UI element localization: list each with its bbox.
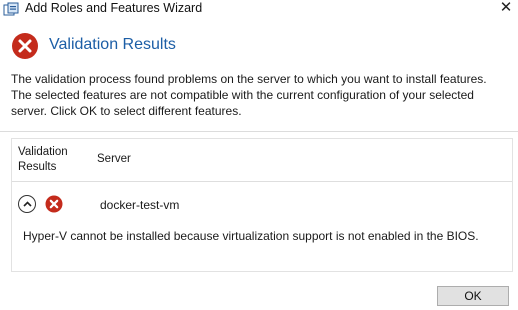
message-line: server. Click OK to select different fea…	[11, 104, 242, 118]
column-header-label: Results	[18, 161, 57, 173]
page-title: Validation Results	[49, 36, 176, 53]
close-button[interactable]: ✕	[498, 0, 514, 16]
message-line: The selected features are not compatible…	[11, 88, 474, 102]
collapse-button[interactable]	[18, 195, 36, 213]
table-header: Validation Results Server	[12, 139, 512, 182]
table-row[interactable]: docker-test-vm Hyper-V cannot be install…	[12, 187, 512, 257]
validation-message: The validation process found problems on…	[11, 71, 501, 119]
server-manager-icon	[3, 2, 19, 16]
chevron-up-icon	[22, 201, 32, 207]
error-icon	[45, 195, 63, 213]
title-bar: Add Roles and Features Wizard ✕	[0, 0, 518, 18]
validation-detail: Hyper-V cannot be installed because virt…	[23, 229, 479, 243]
window-title: Add Roles and Features Wizard	[25, 1, 203, 15]
server-name: docker-test-vm	[100, 198, 180, 212]
close-icon: ✕	[499, 0, 513, 16]
divider	[0, 131, 518, 132]
column-header-server[interactable]: Server	[97, 153, 131, 165]
message-line: The validation process found problems on…	[11, 72, 487, 86]
validation-results-table: Validation Results Server docker-test-vm…	[11, 138, 513, 272]
page-header: Validation Results	[0, 18, 518, 66]
ok-button[interactable]: OK	[437, 286, 509, 306]
column-header-validation-results[interactable]: Validation Results	[18, 145, 88, 175]
error-icon	[12, 33, 38, 59]
column-header-label: Validation	[18, 146, 68, 158]
